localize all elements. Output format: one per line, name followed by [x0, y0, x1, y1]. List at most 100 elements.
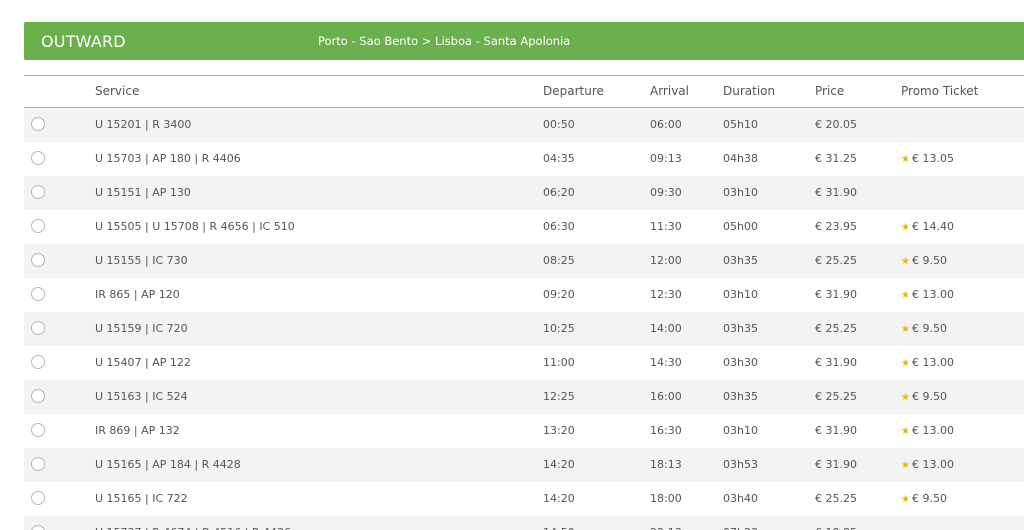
duration-cell: 04h38 — [723, 152, 758, 165]
star-icon: ★ — [901, 154, 910, 165]
star-icon: ★ — [901, 426, 910, 437]
table-row[interactable]: U 15737 | R 4674 | R 4516 | R 4436 14:50 2… — [24, 516, 1024, 530]
star-icon: ★ — [901, 392, 910, 403]
column-header-duration[interactable]: Duration — [723, 84, 775, 98]
star-icon: ★ — [901, 460, 910, 471]
price-cell: € 25.25 — [815, 492, 857, 505]
duration-cell: 03h40 — [723, 492, 758, 505]
arrival-cell: 14:30 — [650, 356, 682, 369]
departure-cell: 11:00 — [543, 356, 575, 369]
table-row[interactable]: U 15159 | IC 720 10:25 14:00 03h35 € 25.25 ★ €… — [24, 312, 1024, 346]
departure-cell: 14:20 — [543, 492, 575, 505]
promo-price: € 9.50 — [911, 390, 947, 403]
table-row[interactable]: U 15165 | IC 722 14:20 18:00 03h40 € 25.25 ★ €… — [24, 482, 1024, 516]
departure-cell: 14:20 — [543, 458, 575, 471]
promo-ticket-cell[interactable]: ★ € 13.05 — [901, 152, 954, 165]
table-row[interactable]: U 15201 | R 3400 00:50 06:00 05h10 € 20.05 — [24, 108, 1024, 142]
price-cell: € 23.95 — [815, 220, 857, 233]
promo-price: € 13.00 — [911, 288, 954, 301]
select-radio-button[interactable] — [31, 389, 45, 403]
service-cell: U 15165 | IC 722 — [95, 492, 188, 505]
select-radio-button[interactable] — [31, 151, 45, 165]
select-radio-button[interactable] — [31, 287, 45, 301]
table-row[interactable]: U 15155 | IC 730 08:25 12:00 03h35 € 25.25 ★ €… — [24, 244, 1024, 278]
select-radio-button[interactable] — [31, 355, 45, 369]
arrival-cell: 09:13 — [650, 152, 682, 165]
promo-ticket-cell[interactable]: ★ € 9.50 — [901, 390, 947, 403]
price-cell: € 31.25 — [815, 152, 857, 165]
select-radio-button[interactable] — [31, 219, 45, 233]
duration-cell: 03h30 — [723, 356, 758, 369]
select-radio-button[interactable] — [31, 321, 45, 335]
arrival-cell: 12:30 — [650, 288, 682, 301]
price-cell: € 31.90 — [815, 458, 857, 471]
star-icon: ★ — [901, 256, 910, 267]
promo-price: € 13.00 — [911, 458, 954, 471]
price-cell: € 25.25 — [815, 322, 857, 335]
service-cell: U 15505 | U 15708 | R 4656 | IC 510 — [95, 220, 295, 233]
promo-ticket-cell[interactable]: ★ € 13.00 — [901, 424, 954, 437]
select-radio-button[interactable] — [31, 491, 45, 505]
service-cell: U 15159 | IC 720 — [95, 322, 188, 335]
price-cell: € 31.90 — [815, 356, 857, 369]
promo-ticket-cell[interactable]: ★ € 9.50 — [901, 492, 947, 505]
arrival-cell: 11:30 — [650, 220, 682, 233]
table-row[interactable]: U 15703 | AP 180 | R 4406 04:35 09:13 04h38… — [24, 142, 1024, 176]
column-header-service[interactable]: Service — [95, 84, 139, 98]
select-radio-button[interactable] — [31, 253, 45, 267]
promo-ticket-cell[interactable]: ★ € 13.00 — [901, 356, 954, 369]
service-cell: U 15151 | AP 130 — [95, 186, 191, 199]
select-radio-button[interactable] — [31, 525, 45, 530]
duration-cell: 03h35 — [723, 254, 758, 267]
promo-ticket-cell[interactable]: ★ € 14.40 — [901, 220, 954, 233]
arrival-cell: 22:13 — [650, 526, 682, 530]
arrival-cell: 12:00 — [650, 254, 682, 267]
duration-cell: 05h10 — [723, 118, 758, 131]
table-row[interactable]: IR 865 | AP 120 09:20 12:30 03h10 € 31.90 ★ € … — [24, 278, 1024, 312]
table-row[interactable]: U 15407 | AP 122 11:00 14:30 03h30 € 31.90 ★ €… — [24, 346, 1024, 380]
column-header-price[interactable]: Price — [815, 84, 844, 98]
select-radio-button[interactable] — [31, 457, 45, 471]
arrival-cell: 14:00 — [650, 322, 682, 335]
service-cell: U 15407 | AP 122 — [95, 356, 191, 369]
table-body: U 15201 | R 3400 00:50 06:00 05h10 € 20.05 U … — [24, 108, 1024, 530]
table-row[interactable]: U 15165 | AP 184 | R 4428 14:20 18:13 03h53… — [24, 448, 1024, 482]
select-radio-button[interactable] — [31, 423, 45, 437]
star-icon: ★ — [901, 290, 910, 301]
table-row[interactable]: IR 869 | AP 132 13:20 16:30 03h10 € 31.90 ★ € … — [24, 414, 1024, 448]
arrival-cell: 18:00 — [650, 492, 682, 505]
promo-price: € 9.50 — [911, 492, 947, 505]
promo-ticket-cell[interactable]: ★ € 9.50 — [901, 322, 947, 335]
price-cell: € 31.90 — [815, 186, 857, 199]
promo-ticket-cell[interactable]: ★ € 13.00 — [901, 288, 954, 301]
outward-title: OUTWARD — [41, 31, 126, 51]
promo-ticket-cell[interactable]: ★ € 9.50 — [901, 254, 947, 267]
table-row[interactable]: U 15505 | U 15708 | R 4656 | IC 510 06:30… — [24, 210, 1024, 244]
star-icon: ★ — [901, 222, 910, 233]
promo-price: € 13.00 — [911, 356, 954, 369]
select-radio-button[interactable] — [31, 117, 45, 131]
promo-price: € 14.40 — [911, 220, 954, 233]
departure-cell: 00:50 — [543, 118, 575, 131]
column-header-promo-ticket[interactable]: Promo Ticket — [901, 84, 978, 98]
price-cell: € 25.25 — [815, 254, 857, 267]
table-header: Service Departure Arrival Duration Price… — [24, 75, 1024, 108]
duration-cell: 03h35 — [723, 390, 758, 403]
price-cell: € 20.05 — [815, 118, 857, 131]
price-cell: € 25.25 — [815, 390, 857, 403]
departure-cell: 08:25 — [543, 254, 575, 267]
service-cell: IR 869 | AP 132 — [95, 424, 180, 437]
service-cell: U 15155 | IC 730 — [95, 254, 188, 267]
table-row[interactable]: U 15163 | IC 524 12:25 16:00 03h35 € 25.25 ★ €… — [24, 380, 1024, 414]
select-radio-button[interactable] — [31, 185, 45, 199]
arrival-cell: 18:13 — [650, 458, 682, 471]
table-row[interactable]: U 15151 | AP 130 06:20 09:30 03h10 € 31.90 — [24, 176, 1024, 210]
star-icon: ★ — [901, 358, 910, 369]
departure-cell: 12:25 — [543, 390, 575, 403]
column-header-departure[interactable]: Departure — [543, 84, 604, 98]
timetable: Service Departure Arrival Duration Price… — [24, 75, 1024, 530]
promo-ticket-cell[interactable]: ★ € 13.00 — [901, 458, 954, 471]
promo-price: € 13.00 — [911, 424, 954, 437]
arrival-cell: 16:00 — [650, 390, 682, 403]
column-header-arrival[interactable]: Arrival — [650, 84, 689, 98]
